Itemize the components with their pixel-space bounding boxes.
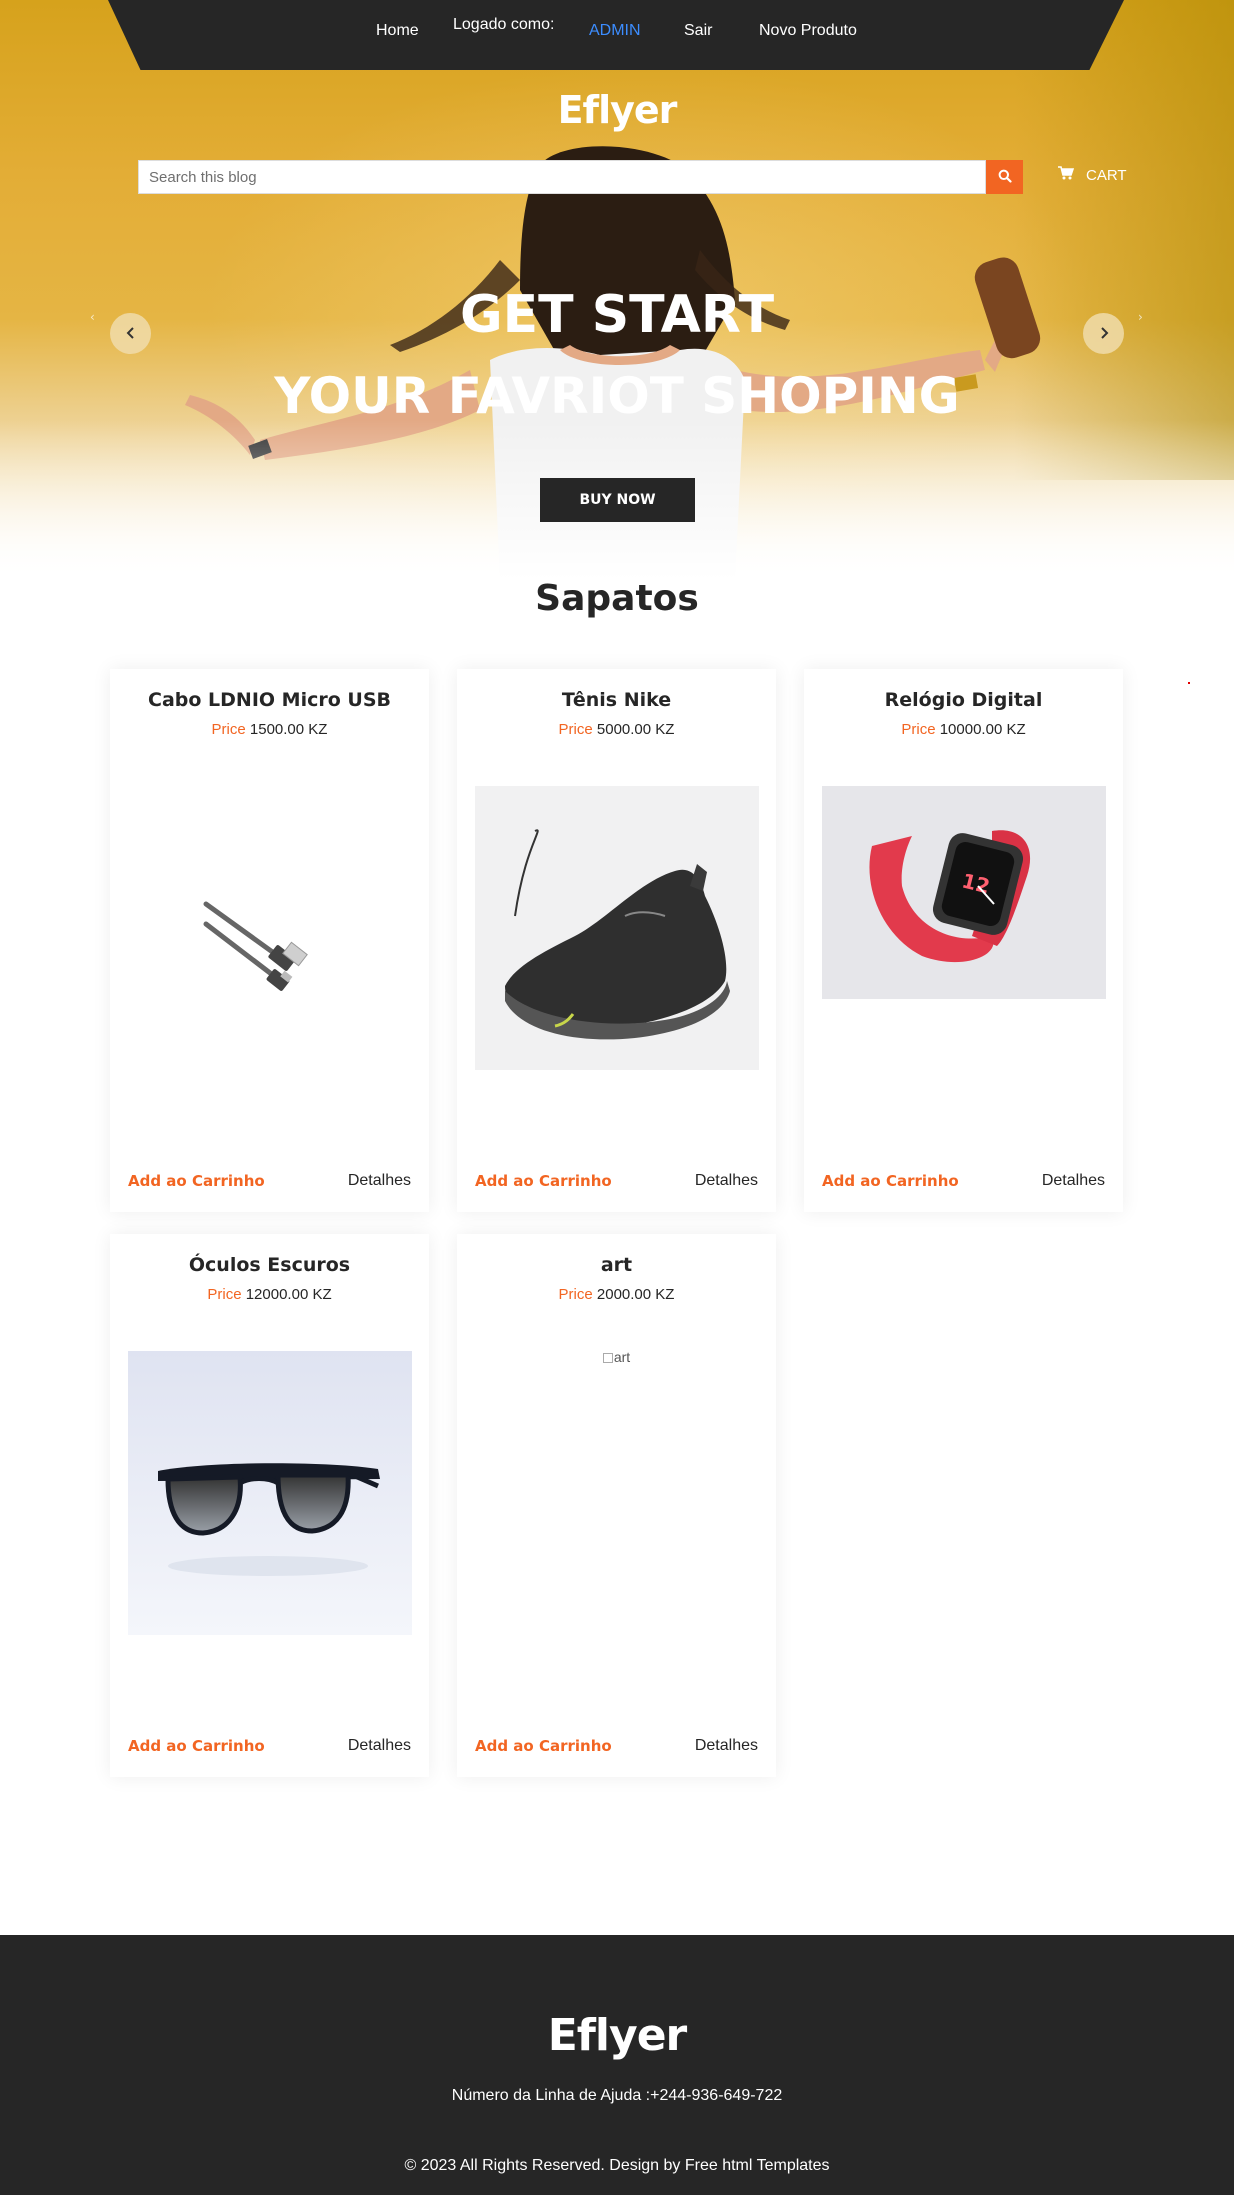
cart-link[interactable]: CART: [1058, 166, 1127, 184]
details-link[interactable]: Detalhes: [348, 1172, 411, 1190]
stray-dot: [1188, 682, 1190, 684]
broken-image-icon: [602, 1353, 613, 1364]
price-label: Price: [558, 721, 593, 738]
price-label: Price: [901, 721, 936, 738]
price-label: Price: [211, 721, 246, 738]
add-to-cart-button[interactable]: Add ao Carrinho: [822, 1172, 959, 1190]
price-value: 5000.00 KZ: [596, 721, 675, 738]
details-link[interactable]: Detalhes: [1042, 1172, 1105, 1190]
image-alt-text: art: [613, 1349, 631, 1365]
details-link[interactable]: Detalhes: [695, 1737, 758, 1755]
add-to-cart-button[interactable]: Add ao Carrinho: [128, 1737, 265, 1755]
search-input[interactable]: [138, 160, 986, 194]
price-value: 10000.00 KZ: [939, 721, 1026, 738]
product-card: Tênis Nike Price 5000.00 KZ Add ao Carri…: [457, 669, 776, 1212]
section-title: Sapatos: [535, 578, 699, 619]
details-link[interactable]: Detalhes: [695, 1172, 758, 1190]
nav-logged-as-label: Logado como:: [453, 16, 555, 33]
nav-home-link[interactable]: Home: [376, 22, 419, 40]
nav-new-product-link[interactable]: Novo Produto: [759, 22, 857, 40]
product-card: art Price 2000.00 KZ art Add ao Carrinho…: [457, 1234, 776, 1777]
footer-copyright: © 2023 All Rights Reserved. Design by Fr…: [404, 2157, 830, 2174]
price-label: Price: [207, 1286, 242, 1303]
price-value: 12000.00 KZ: [245, 1286, 332, 1303]
product-name: Óculos Escuros: [188, 1254, 351, 1276]
product-price: Price 10000.00 KZ: [804, 721, 1123, 738]
product-card: Relógio Digital Price 10000.00 KZ 12 Add…: [804, 669, 1123, 1212]
product-price: Price 12000.00 KZ: [110, 1286, 429, 1303]
add-to-cart-button[interactable]: Add ao Carrinho: [475, 1737, 612, 1755]
product-price: Price 2000.00 KZ: [457, 1286, 776, 1303]
nav-user-link[interactable]: ADMIN: [589, 22, 641, 40]
hero-headline-line1: GET START: [459, 285, 775, 345]
broken-image-placeholder: art: [457, 1349, 776, 1365]
buy-now-button[interactable]: BUY NOW: [540, 478, 695, 522]
footer: Eflyer Número da Linha de Ajuda :+244-93…: [0, 1935, 1234, 2195]
product-card: Óculos Escuros Price 12000.00 KZ Add ao …: [110, 1234, 429, 1777]
usb-cable-image: [128, 786, 412, 1070]
search-button[interactable]: [986, 160, 1023, 194]
nav-logout-link[interactable]: Sair: [684, 22, 712, 40]
product-name: Relógio Digital: [884, 689, 1043, 711]
price-label: Price: [558, 1286, 593, 1303]
smartwatch-image: 12: [822, 786, 1106, 999]
product-name: Tênis Nike: [561, 689, 672, 711]
cart-label: CART: [1086, 166, 1127, 184]
price-value: 2000.00 KZ: [596, 1286, 675, 1303]
shopping-cart-icon: [1058, 166, 1075, 184]
sneaker-image: [475, 786, 759, 1070]
footer-logo[interactable]: Eflyer: [0, 2010, 1234, 2061]
search-icon: [998, 168, 1012, 187]
site-logo[interactable]: Eflyer: [0, 88, 1234, 132]
details-link[interactable]: Detalhes: [348, 1737, 411, 1755]
product-price: Price 1500.00 KZ: [110, 721, 429, 738]
search-bar: [138, 160, 1023, 194]
footer-helpline: Número da Linha de Ajuda :+244-936-649-7…: [451, 2087, 783, 2104]
add-to-cart-button[interactable]: Add ao Carrinho: [128, 1172, 265, 1190]
add-to-cart-button[interactable]: Add ao Carrinho: [475, 1172, 612, 1190]
product-name: art: [600, 1254, 633, 1276]
sunglasses-image: [128, 1351, 412, 1635]
price-value: 1500.00 KZ: [249, 721, 328, 738]
product-price: Price 5000.00 KZ: [457, 721, 776, 738]
product-name: Cabo LDNIO Micro USB: [148, 689, 391, 711]
hero-headline-line2: YOUR FAVRIOT SHOPING: [274, 367, 960, 425]
product-card: Cabo LDNIO Micro USB Price 1500.00 KZ Ad…: [110, 669, 429, 1212]
